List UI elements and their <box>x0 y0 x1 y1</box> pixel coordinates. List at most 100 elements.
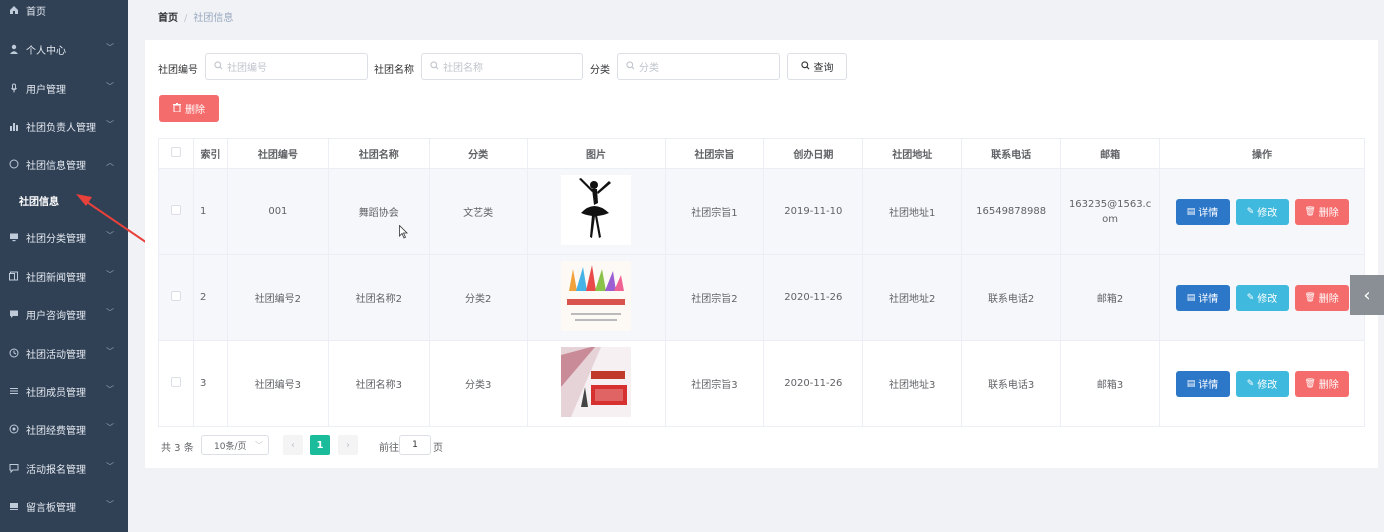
row-checkbox[interactable] <box>170 291 181 301</box>
cell-club-name: 社团名称3 <box>328 340 430 427</box>
mouse-cursor-icon <box>399 225 408 239</box>
cell-actions: ▤ 详情 ✎ 修改 🗑 删除 <box>1159 254 1365 341</box>
goto-suffix: 页 <box>433 443 443 454</box>
club-name-placeholder: 社团名称 <box>443 63 483 74</box>
trash-icon: 🗑 <box>1304 292 1316 303</box>
cell-phone: 16549878988 <box>961 168 1062 255</box>
chevron-down-icon: ﹀ <box>255 441 263 450</box>
breadcrumb-home[interactable]: 首页 <box>158 13 178 24</box>
cell-date: 2019-11-10 <box>763 168 864 255</box>
page-number-button[interactable]: 1 <box>310 435 330 455</box>
chevron-right-icon: › <box>346 439 350 451</box>
header-image: 图片 <box>527 138 666 169</box>
delete-button[interactable]: 🗑 删除 <box>1294 198 1349 225</box>
edit-icon: ✎ <box>1246 206 1255 217</box>
detail-label: 详情 <box>1198 294 1219 305</box>
cell-club-code: 社团编号2 <box>227 254 329 341</box>
club-code-placeholder: 社团编号 <box>227 63 267 74</box>
cell-email: 163235@1563.com <box>1060 168 1161 255</box>
club-code-input[interactable]: 社团编号 <box>205 53 368 80</box>
chevron-left-icon: ‹ <box>1363 284 1371 306</box>
trash-icon <box>173 102 181 115</box>
header-purpose: 社团宗旨 <box>665 138 765 169</box>
pagination-total: 共 3 条 <box>161 443 194 454</box>
header-address: 社团地址 <box>862 138 963 169</box>
bulk-delete-label: 删除 <box>185 105 205 116</box>
cell-index: 2 <box>193 254 228 341</box>
next-page-button[interactable]: › <box>338 435 358 455</box>
page-size-select[interactable]: 10条/页 ﹀ <box>201 435 269 455</box>
edit-icon: ✎ <box>1246 378 1255 389</box>
edit-label: 修改 <box>1257 294 1278 305</box>
cell-category: 分类2 <box>429 254 528 341</box>
page-size-value: 10条/页 <box>214 441 247 452</box>
cell-email: 邮箱3 <box>1060 340 1161 427</box>
chevron-left-icon: ‹ <box>291 439 295 451</box>
select-all-checkbox[interactable] <box>170 147 181 157</box>
trash-icon: 🗑 <box>1304 206 1316 217</box>
query-button[interactable]: 查询 <box>787 53 847 80</box>
delete-button[interactable]: 🗑 删除 <box>1294 370 1349 397</box>
club-table: 索引 社团编号 社团名称 分类 图片 社团宗旨 创办日期 社团地址 联系电话 邮… <box>158 138 1365 427</box>
breadcrumb-current: 社团信息 <box>193 13 234 24</box>
goto-page-input[interactable]: 1 <box>399 435 431 455</box>
club-name-input[interactable]: 社团名称 <box>421 53 583 80</box>
edit-icon: ✎ <box>1246 292 1255 303</box>
prev-page-button[interactable]: ‹ <box>283 435 303 455</box>
cell-phone: 联系电话3 <box>961 340 1062 427</box>
cell-date: 2020-11-26 <box>763 254 864 341</box>
edit-button[interactable]: ✎ 修改 <box>1235 370 1289 397</box>
cell-club-code: 001 <box>227 168 329 255</box>
header-club-name: 社团名称 <box>328 138 430 169</box>
cell-category: 文艺类 <box>429 168 528 255</box>
detail-icon: ▤ <box>1186 378 1196 389</box>
bulk-delete-button[interactable]: 删除 <box>159 95 219 122</box>
header-phone: 联系电话 <box>961 138 1062 169</box>
edit-button[interactable]: ✎ 修改 <box>1235 198 1289 225</box>
row-select-cell[interactable] <box>158 254 194 341</box>
delete-label: 删除 <box>1318 294 1339 305</box>
cell-actions: ▤ 详情 ✎ 修改 🗑 删除 <box>1159 168 1365 255</box>
cell-index: 1 <box>193 168 228 255</box>
edit-button[interactable]: ✎ 修改 <box>1235 284 1289 311</box>
trash-icon: 🗑 <box>1304 378 1316 389</box>
cell-image <box>527 254 666 341</box>
cell-club-name: 社团名称2 <box>328 254 430 341</box>
side-panel-toggle[interactable]: ‹ <box>1350 275 1384 315</box>
delete-label: 删除 <box>1318 380 1339 391</box>
goto-prefix: 前往 <box>379 443 399 454</box>
cell-date: 2020-11-26 <box>763 340 864 427</box>
cell-club-code: 社团编号3 <box>227 340 329 427</box>
row-checkbox[interactable] <box>170 205 181 215</box>
header-index: 索引 <box>193 138 228 169</box>
cell-purpose: 社团宗旨3 <box>665 340 765 427</box>
cell-email: 邮箱2 <box>1060 254 1161 341</box>
cell-address: 社团地址2 <box>862 254 963 341</box>
club-name-label: 社团名称 <box>374 65 414 76</box>
row-checkbox[interactable] <box>170 377 181 387</box>
detail-button[interactable]: ▤ 详情 <box>1175 198 1230 225</box>
delete-label: 删除 <box>1318 208 1339 219</box>
page-number: 1 <box>316 439 324 451</box>
category-placeholder: 分类 <box>639 63 659 74</box>
select-all-cell[interactable] <box>158 138 194 169</box>
search-icon <box>626 60 635 73</box>
delete-button[interactable]: 🗑 删除 <box>1294 284 1349 311</box>
cell-club-name: 舞蹈协会 <box>328 168 430 255</box>
search-icon <box>430 60 439 73</box>
header-actions: 操作 <box>1159 138 1365 169</box>
category-input[interactable]: 分类 <box>617 53 780 80</box>
table-row: 3 社团编号3 社团名称3 分类3 社团宗旨3 2020-11-26 社团地址3… <box>158 340 1365 427</box>
cell-address: 社团地址3 <box>862 340 963 427</box>
detail-icon: ▤ <box>1186 292 1196 303</box>
table-header-row: 索引 社团编号 社团名称 分类 图片 社团宗旨 创办日期 社团地址 联系电话 邮… <box>158 138 1365 169</box>
detail-button[interactable]: ▤ 详情 <box>1175 284 1230 311</box>
row-select-cell[interactable] <box>158 168 194 255</box>
breadcrumb: 首页 / 社团信息 <box>158 9 233 24</box>
row-select-cell[interactable] <box>158 340 194 427</box>
detail-label: 详情 <box>1198 208 1219 219</box>
detail-button[interactable]: ▤ 详情 <box>1175 370 1230 397</box>
cell-address: 社团地址1 <box>862 168 963 255</box>
cell-image <box>527 168 666 255</box>
goto-page-value: 1 <box>412 440 418 450</box>
